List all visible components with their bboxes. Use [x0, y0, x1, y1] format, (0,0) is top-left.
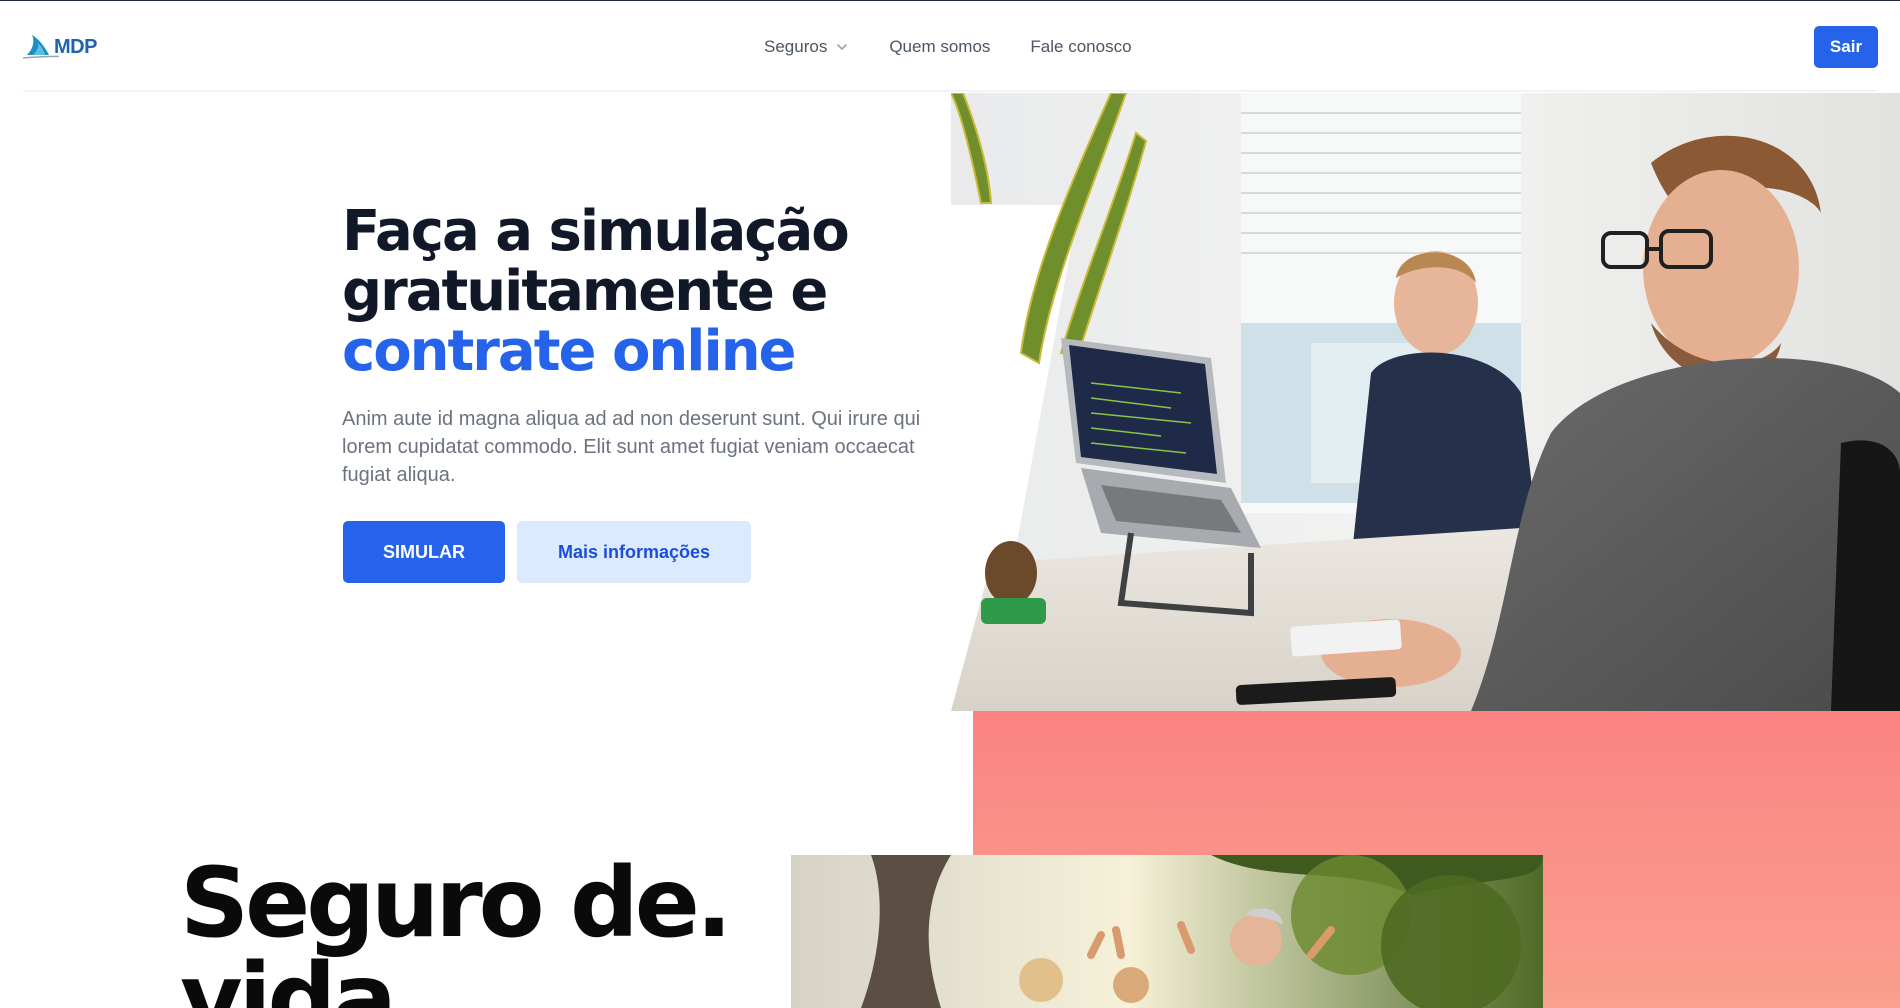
hero-description: Anim aute id magna aliqua ad ad non dese…: [342, 408, 921, 486]
hero-title-line-2: gratuitamente e: [342, 259, 828, 324]
hero-title-line-1: Faça a simulação: [342, 199, 850, 264]
nav-item-label: Seguros: [764, 37, 828, 56]
section-title-seguro-vida: Seguro de. vida: [180, 847, 732, 1008]
main-nav: Seguros Quem somos Fale conosco: [764, 35, 1132, 59]
site-logo[interactable]: MDP: [23, 31, 103, 63]
nav-item-label: Quem somos: [889, 37, 991, 56]
nav-item-fale-conosco[interactable]: Fale conosco: [1030, 37, 1131, 57]
nav-item-quem-somos[interactable]: Quem somos: [889, 37, 990, 57]
family-park-photo: [791, 855, 1543, 1008]
hero-title-accent: contrate online: [342, 319, 797, 384]
site-header: MDP Seguros Quem somos Fale conosco Sair: [0, 1, 1900, 91]
more-info-button[interactable]: Mais informações: [517, 521, 751, 583]
hero-office-photo: [951, 93, 1900, 711]
simulate-button[interactable]: SIMULAR: [343, 521, 505, 583]
chevron-down-icon: [837, 44, 848, 50]
nav-item-label: Fale conosco: [1030, 37, 1132, 56]
header-divider: [23, 90, 1877, 92]
logout-button[interactable]: Sair: [1814, 26, 1878, 68]
logo-text: MDP: [54, 36, 97, 58]
hero-title: Faça a simulação gratuitamente e contrat…: [342, 202, 902, 382]
nav-item-seguros[interactable]: Seguros: [764, 37, 849, 57]
